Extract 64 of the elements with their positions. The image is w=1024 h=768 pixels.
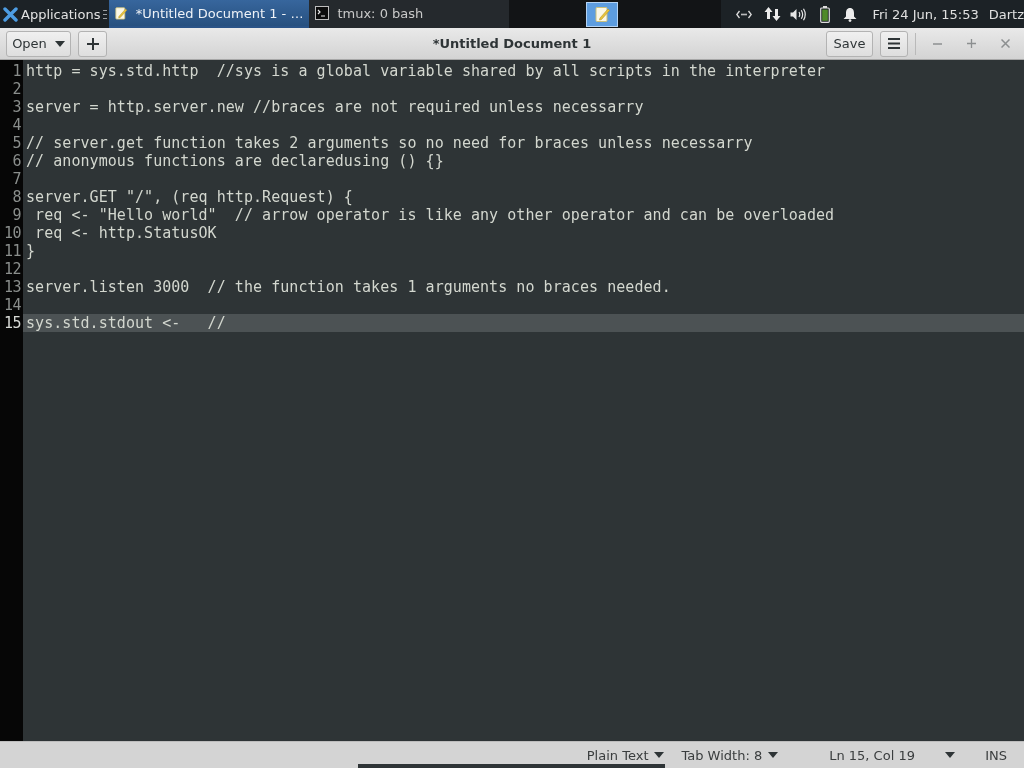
caret-icon [54,40,65,47]
user-menu[interactable]: Dartz [988,6,1024,22]
insert-mode-label: INS [985,747,1007,763]
caret-icon [945,752,956,758]
line-number: 1 [11,62,22,80]
clock[interactable]: Fri 24 Jun, 15:53 [872,6,979,22]
code-line: http = sys.std.http //sys is a global variable shared by all scripts in the interpreter [26,62,826,80]
battery-button[interactable] [820,5,831,23]
code-line: server.listen 3000 // the function takes 1 arguments no braces needed. [26,278,671,296]
code-line: // server.get function takes 2 arguments so no need for braces unless necessarry [26,134,753,152]
tab-width-dropdown[interactable]: Tab Width: 8 [681,747,779,763]
code-line: // anonymous functions are declaredusing () {} [26,152,444,170]
line-number: 4 [11,116,22,134]
line-number: 11 [2,242,22,260]
taskbar-button[interactable]: *Untitled Document 1 - … [109,0,310,28]
code-line: server.GET "/", (req http.Request) { [26,188,353,206]
handle-icon [103,9,108,19]
window-title: *Untitled Document 1 [432,36,592,51]
menu-button[interactable] [880,30,908,57]
up-down-arrows-icon [764,6,782,22]
applications-menu[interactable]: Applications [0,0,101,28]
notepad-icon [115,5,128,21]
caret-icon [768,752,779,758]
line-number: 14 [2,296,22,314]
caret-icon [654,752,665,758]
minimize-icon [932,42,942,45]
code-line: req <- "Hello world" // arrow operator is like any other operator and can be overloaded [34,206,835,224]
code-line: req <- http.StatusOK [34,224,217,242]
network-icon [736,9,753,19]
line-number: 2 [11,80,22,98]
notepad-icon [594,6,610,22]
new-tab-button[interactable] [78,30,107,57]
line-number: 10 [2,224,22,242]
code-line: sys.std.stdout <- // [26,314,226,332]
line-number: 13 [2,278,22,296]
line-number: 5 [11,134,22,152]
x-logo-icon [3,6,18,22]
line-number: 12 [2,260,22,278]
line-number: 3 [11,98,22,116]
line-number: 6 [11,152,22,170]
battery-icon [820,5,831,23]
workspace-button[interactable] [586,1,619,27]
open-button[interactable]: Open [6,30,71,57]
line-number: 7 [11,170,22,188]
line-number: 9 [11,206,22,224]
close-icon [1000,39,1010,48]
bell-icon [843,6,858,22]
network-button[interactable] [736,9,753,19]
line-number: 15 [2,314,22,332]
notifications-button[interactable] [843,6,858,22]
volume-icon [790,7,807,21]
taskbar-button[interactable]: tmux: 0 bash [309,0,510,28]
volume-button[interactable] [790,7,807,21]
line-number: 8 [11,188,22,206]
maximize-icon [966,39,976,48]
language-dropdown[interactable]: Plain Text [586,747,665,763]
code-line: server = http.server.new //braces are not required unless necessarry [26,98,644,116]
plus-icon [86,37,99,50]
save-button[interactable]: Save [826,30,873,57]
code-line: } [26,242,36,260]
cursor-position-dropdown[interactable]: Ln 15, Col 19 [829,747,956,763]
transfer-button[interactable] [764,6,782,22]
menu-icon [888,38,900,49]
terminal-icon [315,6,330,20]
